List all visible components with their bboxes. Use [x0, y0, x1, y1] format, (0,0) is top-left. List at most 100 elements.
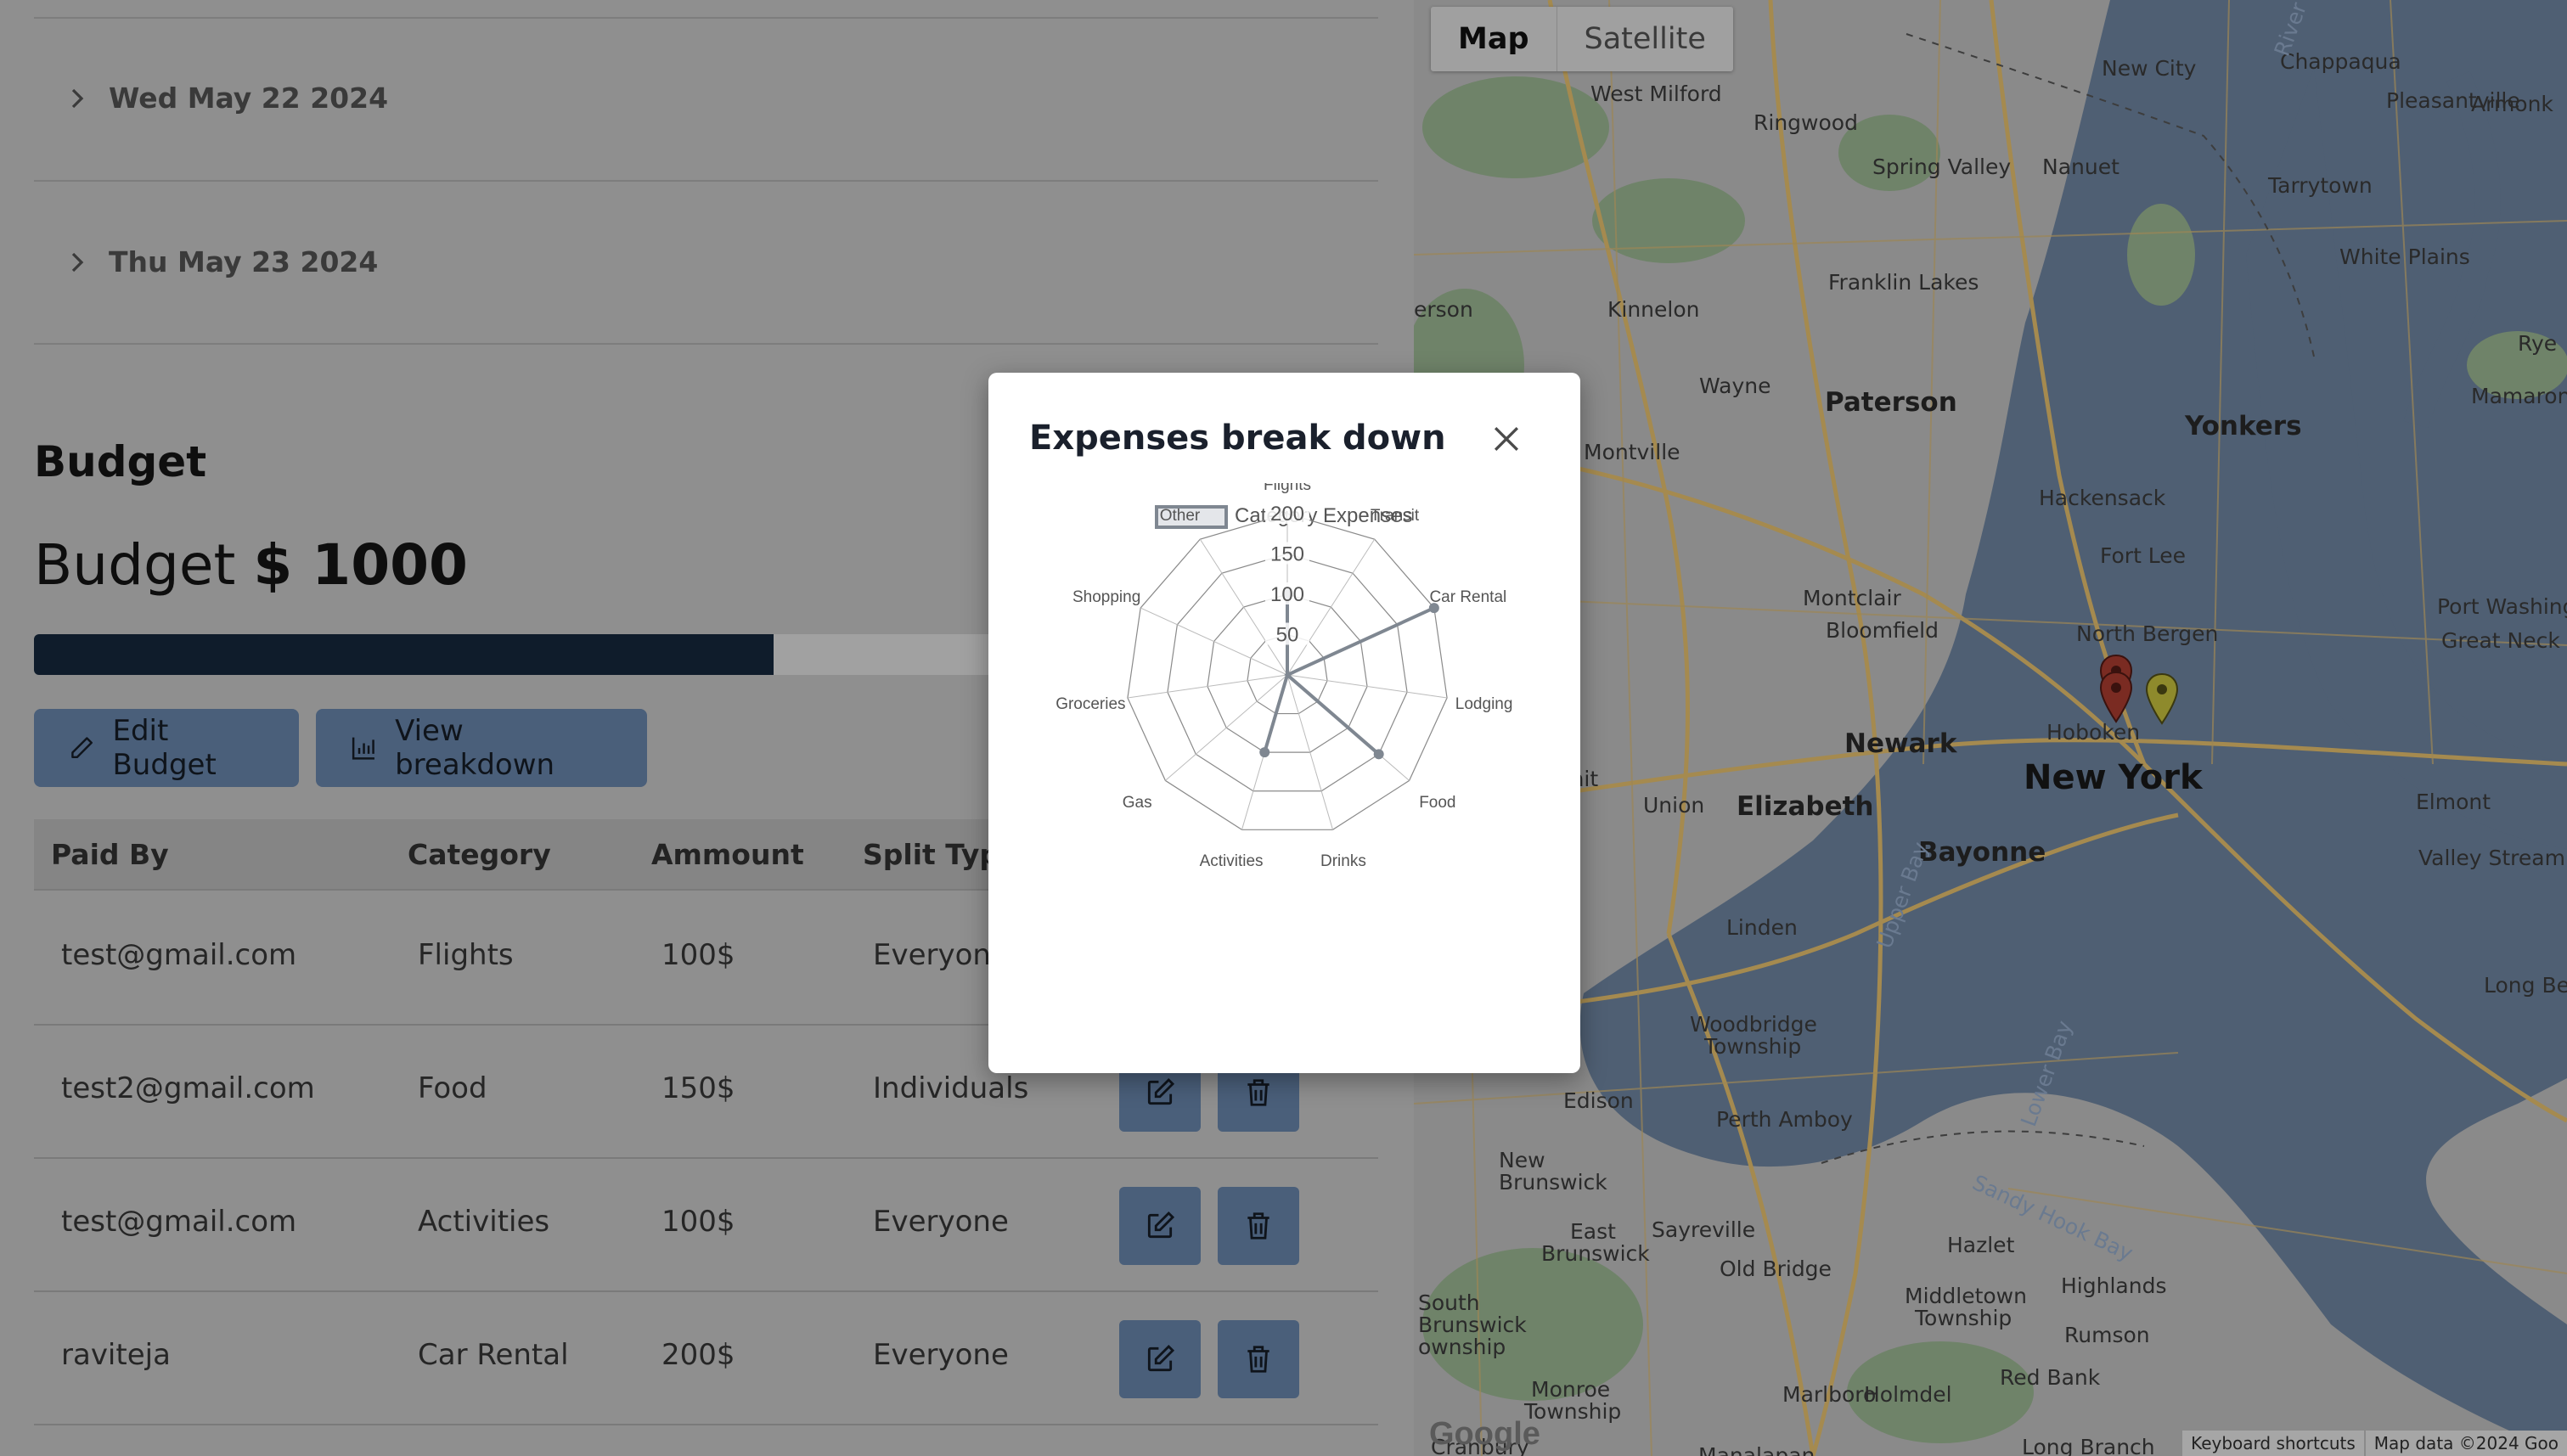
trash-icon [1247, 1212, 1269, 1240]
map-place-label: Mamaroneck [2471, 384, 2567, 408]
bar-chart-icon [352, 737, 374, 760]
map-place-label: Kinnelon [1607, 297, 1700, 322]
day-accordion-thu[interactable]: Thu May 23 2024 [65, 245, 378, 278]
map-view[interactable]: West Milford Ringwood Spring Valley Nanu… [1414, 0, 2567, 1456]
map-place-label: Union [1643, 793, 1705, 818]
map-place-label: Fort Lee [2100, 543, 2187, 568]
map-place-label: Brunswick [1418, 1313, 1527, 1337]
map-place-label: Yonkers [2185, 411, 2302, 441]
trash-icon [1247, 1079, 1269, 1106]
delete-expense-button[interactable] [1218, 1320, 1299, 1398]
radar-category-label: Car Rental [1429, 588, 1506, 606]
radar-category-label: Other [1160, 507, 1201, 525]
map-place-label: Manalapan [1698, 1443, 1815, 1456]
map-place-label: Ringwood [1754, 110, 1858, 135]
table-row: test@gmail.com Activities 100$ Everyone [34, 1157, 1378, 1292]
budget-amount-prefix: Budget [34, 532, 236, 598]
map-place-label: Red Bank [2000, 1365, 2101, 1390]
category-cell: Flights [418, 938, 514, 972]
divider [34, 180, 1378, 182]
budget-amount: Budget $ 1000 [34, 532, 468, 598]
column-header: Ammount [651, 838, 804, 871]
map-place-label: New [1499, 1148, 1545, 1172]
trash-icon [1247, 1346, 1269, 1373]
map-place-label: West Milford [1590, 82, 1722, 106]
radar-category-label: Shopping [1072, 588, 1140, 606]
close-icon[interactable] [1488, 420, 1525, 458]
radar-data-point [1373, 749, 1384, 760]
map-place-label: Highlands [2061, 1273, 2167, 1298]
map-place-label: South [1418, 1290, 1480, 1315]
day-accordion-wed[interactable]: Wed May 22 2024 [65, 82, 388, 115]
map-place-label: Chappaqua [2280, 49, 2401, 74]
map-place-label: Bloomfield [1826, 618, 1939, 643]
map-marker-icon[interactable] [2098, 671, 2134, 725]
map-place-label: ownship [1418, 1335, 1506, 1359]
map-place-label: Middletown [1905, 1284, 2027, 1308]
day-label: Wed May 22 2024 [109, 82, 389, 115]
radar-tick-label: 150 [1270, 543, 1304, 566]
edit-budget-label: Edit Budget [112, 714, 217, 782]
map-place-label: Wayne [1699, 374, 1771, 398]
map-place-label: erson [1414, 297, 1473, 322]
radar-tick-label: 100 [1270, 583, 1304, 606]
day-label: Thu May 23 2024 [109, 245, 379, 278]
map-type-map-button[interactable]: Map [1431, 7, 1557, 71]
budget-heading: Budget [34, 437, 207, 486]
map-place-label: Brunswick [1541, 1241, 1650, 1266]
map-place-label: Long Beac [2484, 973, 2567, 998]
split-type-cell: Individuals [873, 1071, 1029, 1105]
modal-title: Expenses break down [1029, 419, 1446, 458]
map-place-label: White Plains [2339, 245, 2470, 269]
map-type-satellite-button[interactable]: Satellite [1557, 7, 1733, 71]
table-row: raviteja Car Rental 200$ Everyone [34, 1290, 1378, 1425]
radar-category-label: Transit [1371, 507, 1420, 525]
map-place-label: Linden [1726, 915, 1798, 940]
category-cell: Food [418, 1071, 487, 1105]
paid-by-cell: raviteja [61, 1338, 171, 1372]
map-place-label: Tarrytown [2268, 173, 2373, 198]
map-place-label: Brunswick [1499, 1170, 1607, 1195]
radar-category-label: Gas [1123, 794, 1152, 812]
map-place-label: Marlboro [1782, 1382, 1877, 1407]
radar-data-point [1259, 747, 1270, 758]
radar-category-label: Flights [1264, 483, 1311, 494]
edit-icon [1147, 1344, 1175, 1372]
map-place-label: Holmdel [1864, 1382, 1952, 1407]
map-place-label: Newark [1844, 728, 1957, 759]
delete-expense-button[interactable] [1218, 1187, 1299, 1265]
map-place-label: North Bergen [2076, 621, 2219, 646]
map-place-label: Franklin Lakes [1828, 270, 1979, 295]
map-place-label: Montclair [1803, 586, 1901, 610]
map-place-label: Paterson [1825, 387, 1957, 418]
view-breakdown-button[interactable]: View breakdown [316, 709, 647, 787]
chevron-right-icon [71, 252, 84, 272]
map-footer: Keyboard shortcuts Map data ©2024 Goo [2181, 1431, 2567, 1456]
edit-budget-button[interactable]: Edit Budget [34, 709, 299, 787]
split-type-cell: Everyone [873, 1205, 1009, 1239]
google-logo: Google [1429, 1416, 1540, 1452]
map-place-label: Perth Amboy [1716, 1107, 1853, 1132]
edit-expense-button[interactable] [1119, 1320, 1201, 1398]
map-place-label: East [1570, 1219, 1616, 1244]
keyboard-shortcuts-link[interactable]: Keyboard shortcuts [2182, 1431, 2364, 1456]
edit-expense-button[interactable] [1119, 1187, 1201, 1265]
map-place-label: Long Branch [2022, 1435, 2155, 1456]
radar-spoke [1127, 674, 1288, 699]
radar-category-label: Groceries [1056, 695, 1125, 713]
map-place-label: Elizabeth [1737, 791, 1874, 822]
radar-category-label: Lodging [1455, 695, 1513, 713]
expenses-breakdown-modal: Expenses break down Category Expenses Fli… [988, 373, 1580, 1073]
pencil-icon [71, 737, 93, 759]
map-place-label: Valley Stream [2418, 846, 2565, 870]
map-place-label: Great Neck [2441, 628, 2560, 653]
paid-by-cell: test@gmail.com [61, 1205, 297, 1239]
amount-cell: 150$ [661, 1071, 735, 1105]
map-place-label: Old Bridge [1720, 1256, 1832, 1281]
divider [34, 343, 1378, 345]
map-data-attribution: Map data ©2024 Goo [2365, 1431, 2567, 1456]
map-marker-icon[interactable] [2144, 672, 2180, 727]
map-place-label: Hackensack [2039, 486, 2166, 510]
radar-tick-label: 200 [1270, 503, 1304, 526]
edit-icon [1147, 1077, 1175, 1105]
